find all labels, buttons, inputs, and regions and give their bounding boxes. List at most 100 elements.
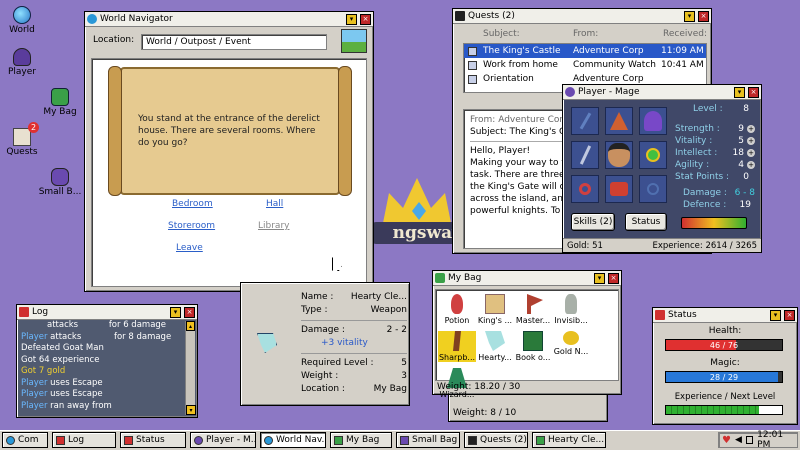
stat-value: 6 - 8 xyxy=(734,188,755,198)
taskbar-item-quests[interactable]: Quests (2) xyxy=(464,432,528,448)
link-bedroom[interactable]: Bedroom xyxy=(172,199,213,209)
titlebar[interactable]: Player - Mage ▾ × xyxy=(563,85,761,100)
ring-icon xyxy=(579,183,591,195)
gold-amount: Gold: 51 xyxy=(567,240,603,251)
heart-icon[interactable]: ♥ xyxy=(722,435,731,446)
close-button[interactable]: × xyxy=(360,13,371,25)
taskbar-item-hearty-cleaver[interactable]: Hearty Cle... xyxy=(532,432,606,448)
crown-icon xyxy=(382,178,452,228)
globe-icon xyxy=(87,14,97,24)
taskbar-item-player[interactable]: Player - M... xyxy=(190,432,256,448)
minimize-button[interactable]: ▾ xyxy=(770,309,781,321)
item-required-level: 5 xyxy=(401,358,407,368)
stat-level: Level : 8 xyxy=(675,103,755,115)
quest-subject: Orientation xyxy=(483,74,534,84)
titlebar[interactable]: Quests (2) ▾ × xyxy=(453,9,711,24)
log-text: for 8 damage xyxy=(113,331,172,342)
window-title: Quests (2) xyxy=(468,11,515,21)
close-button[interactable]: × xyxy=(698,10,709,22)
bag-item-book[interactable]: Book o... xyxy=(514,331,552,362)
stat-points: Stat Points : 0 xyxy=(675,171,755,183)
window-title: Status xyxy=(668,310,697,320)
equip-slot-weapon[interactable] xyxy=(571,141,599,169)
minimize-button[interactable]: ▾ xyxy=(734,86,745,98)
desktop-icon-player[interactable]: Player xyxy=(0,48,44,77)
status-button[interactable]: Status xyxy=(625,213,667,231)
link-storeroom[interactable]: Storeroom xyxy=(168,221,215,231)
equip-slot-helm-left[interactable] xyxy=(571,107,599,135)
taskbar-item-world-navigator[interactable]: World Nav... xyxy=(260,432,326,448)
scroll-icon xyxy=(485,294,505,314)
stat-vitality: Vitality : 5 + xyxy=(675,135,755,147)
bag-item-kings[interactable]: King's ... xyxy=(476,294,514,325)
link-hall[interactable]: Hall xyxy=(266,199,283,209)
desktop-icon-my-bag[interactable]: My Bag xyxy=(38,88,82,117)
bag-item-hearty[interactable]: Hearty... xyxy=(476,331,514,362)
desktop-icon-label: World xyxy=(9,25,35,35)
bag-item-gold-nugget[interactable]: Gold N... xyxy=(552,331,590,362)
item-properties: Name : Hearty Cle... Type : Weapon Damage … xyxy=(301,291,407,396)
taskbar-item-status[interactable]: Status xyxy=(120,432,186,448)
minimize-button[interactable]: ▾ xyxy=(346,13,357,25)
bag-icon xyxy=(435,273,445,283)
close-button[interactable]: × xyxy=(184,306,195,318)
fullscreen-icon[interactable] xyxy=(745,436,754,444)
log-line: Player uses Escape xyxy=(21,378,185,390)
cleaver-icon xyxy=(257,333,277,353)
speaker-icon[interactable]: ◀ xyxy=(735,435,742,445)
taskbar-item-my-bag[interactable]: My Bag xyxy=(330,432,392,448)
skills-button[interactable]: Skills (2) xyxy=(571,213,615,231)
increase-stat-button[interactable]: + xyxy=(747,161,755,169)
close-button[interactable]: × xyxy=(608,272,619,284)
equip-slot-head[interactable] xyxy=(605,107,633,135)
titlebar[interactable]: My Bag ▾ × xyxy=(433,271,621,286)
minimize-button[interactable]: ▾ xyxy=(684,10,695,22)
bag-item-master[interactable]: Master... xyxy=(514,294,552,325)
titlebar[interactable]: Log ▾ × xyxy=(17,305,197,320)
equip-slot-boots[interactable] xyxy=(605,175,633,203)
header-from: From: xyxy=(573,29,599,39)
taskbar-item-log[interactable]: Log xyxy=(52,432,116,448)
increase-stat-button[interactable]: + xyxy=(747,125,755,133)
taskbar-item-small-bag[interactable]: Small Bag xyxy=(396,432,460,448)
scroll-down-icon[interactable]: ▾ xyxy=(186,405,196,415)
world-navigator-window: World Navigator ▾ × Location: World / Ou… xyxy=(84,11,374,292)
link-leave[interactable]: Leave xyxy=(176,243,203,253)
prop-label: Damage : xyxy=(301,325,345,335)
close-button[interactable]: × xyxy=(748,86,759,98)
equip-slot-cloak[interactable] xyxy=(639,107,667,135)
bag-item-sharpblade[interactable]: Sharpb... xyxy=(438,331,476,362)
desktop-icon-quests[interactable]: 2 Quests xyxy=(0,122,44,157)
minimize-button[interactable]: ▾ xyxy=(594,272,605,284)
envelope-icon xyxy=(468,74,477,84)
titlebar[interactable]: World Navigator ▾ × xyxy=(85,12,373,27)
increase-stat-button[interactable]: + xyxy=(747,137,755,145)
equip-slot-ring[interactable] xyxy=(571,175,599,203)
stat-label: Stat Points : xyxy=(675,172,730,182)
minimize-button[interactable]: ▾ xyxy=(170,306,181,318)
magic-label: Magic: xyxy=(710,358,740,368)
scroll-up-icon[interactable]: ▴ xyxy=(186,321,195,331)
location-field[interactable]: World / Outpost / Event xyxy=(141,34,327,50)
link-library[interactable]: Library xyxy=(258,221,289,231)
desktop-icon-world[interactable]: World xyxy=(0,6,44,35)
close-button[interactable]: × xyxy=(784,309,795,321)
bag-item-potion[interactable]: Potion xyxy=(438,294,476,325)
hood-icon xyxy=(644,111,662,131)
desktop-icon-small-bag[interactable]: Small B... xyxy=(38,168,82,197)
quest-row[interactable]: Work from home Community Watch 10:41 AM xyxy=(464,58,706,72)
increase-stat-button[interactable]: + xyxy=(747,149,755,157)
quest-count-badge: 2 xyxy=(28,122,39,133)
log-text: attacks xyxy=(47,320,81,330)
flask-icon xyxy=(565,294,577,314)
bag-item-invisibility[interactable]: Invisib... xyxy=(552,294,590,325)
equip-slot-empty[interactable] xyxy=(639,175,667,203)
taskbar-item-com[interactable]: Com xyxy=(2,432,48,448)
log-scrollbar[interactable]: ▴ ▾ xyxy=(185,321,196,415)
quest-time: 10:41 AM xyxy=(661,60,704,70)
equip-slot-amulet[interactable] xyxy=(639,141,667,169)
desktop-icon-label: Player xyxy=(7,67,36,77)
quest-row[interactable]: The King's Castle Adventure Corp 11:09 A… xyxy=(464,44,706,58)
titlebar[interactable]: Status ▾ × xyxy=(653,308,797,323)
status-window: Status ▾ × Health: 46 / 76 Magic: 28 / 2… xyxy=(652,307,798,425)
